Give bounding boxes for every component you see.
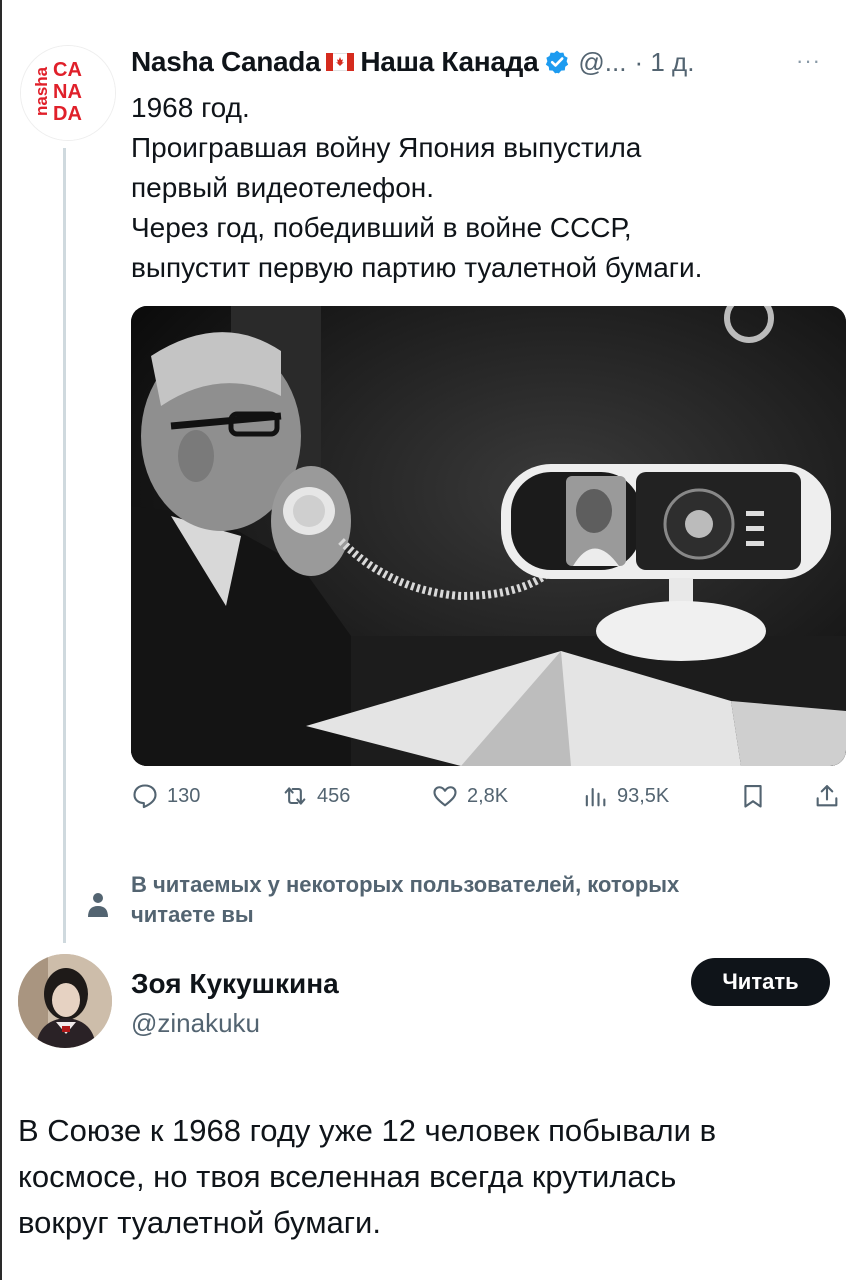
views-button[interactable]: 93,5K (581, 782, 669, 810)
views-count: 93,5K (617, 784, 670, 807)
like-icon (433, 786, 457, 807)
reply-count: 130 (167, 784, 201, 807)
like-count: 2,8K (467, 784, 509, 807)
svg-text:NA: NA (53, 81, 82, 103)
share-icon (816, 785, 838, 807)
social-context-line: читаете вы (131, 902, 254, 927)
tweet-photo[interactable] (131, 306, 846, 766)
tweet-line: выпустит первую партию туалетной бумаги. (131, 252, 703, 283)
like-button[interactable]: 2,8K (431, 782, 508, 810)
nasha-canada-logo: nasha CA NA DA (21, 46, 115, 140)
author-handle[interactable]: @... (578, 47, 626, 78)
repost-button[interactable]: 456 (281, 782, 350, 810)
views-icon (585, 787, 606, 807)
left-border (0, 0, 2, 1280)
tweet-line: 1968 год. (131, 92, 250, 123)
bookmark-button[interactable] (739, 782, 775, 810)
profile-name[interactable]: Зоя Кукушкина (131, 968, 339, 1000)
bio-line: В Союзе к 1968 году уже 12 человек побыв… (18, 1113, 717, 1148)
share-button[interactable] (813, 782, 849, 810)
tweet-text: 1968 год. Проигравшая войну Япония выпус… (131, 88, 851, 288)
social-context: В читаемых у некоторых пользователей, ко… (131, 870, 851, 930)
reply-icon (133, 784, 157, 809)
svg-text:CA: CA (53, 59, 82, 81)
thread-connector (63, 148, 66, 943)
person-icon (88, 893, 108, 917)
bio-line: вокруг туалетной бумаги. (18, 1205, 381, 1240)
svg-text:nasha: nasha (32, 66, 51, 116)
more-options-icon[interactable]: ··· (796, 48, 821, 74)
tweet-header: Nasha Canada Наша Канада @... · 1 д. (131, 40, 694, 84)
repost-count: 456 (317, 784, 351, 807)
author-avatar[interactable]: nasha CA NA DA (20, 45, 116, 141)
videophone-photo (131, 306, 846, 766)
tweet-line: первый видеотелефон. (131, 172, 435, 203)
tweet-actions: 130 456 2,8K 93,5K (131, 782, 846, 822)
svg-text:DA: DA (53, 103, 82, 125)
reply-button[interactable]: 130 (131, 782, 200, 810)
tweet-line: Проигравшая войну Япония выпустила (131, 132, 642, 163)
tweet-timestamp[interactable]: · 1 д. (634, 47, 694, 78)
social-context-line: В читаемых у некоторых пользователей, ко… (131, 872, 680, 897)
bio-line: космосе, но твоя вселенная всегда крутил… (18, 1159, 677, 1194)
profile-photo (18, 954, 112, 1048)
bookmark-icon (744, 785, 762, 808)
tweet-line: Через год, победивший в войне СССР, (131, 212, 632, 243)
profile-avatar[interactable] (18, 954, 112, 1048)
profile-handle[interactable]: @zinakuku (131, 1008, 260, 1039)
repost-icon (284, 787, 306, 805)
author-name-ru[interactable]: Наша Канада (360, 46, 538, 78)
follow-button[interactable]: Читать (691, 958, 830, 1006)
profile-bio: В Союзе к 1968 году уже 12 человек побыв… (18, 1108, 848, 1246)
canada-flag-icon (326, 53, 355, 71)
author-name[interactable]: Nasha Canada (131, 46, 321, 78)
verified-badge-icon (546, 50, 569, 74)
